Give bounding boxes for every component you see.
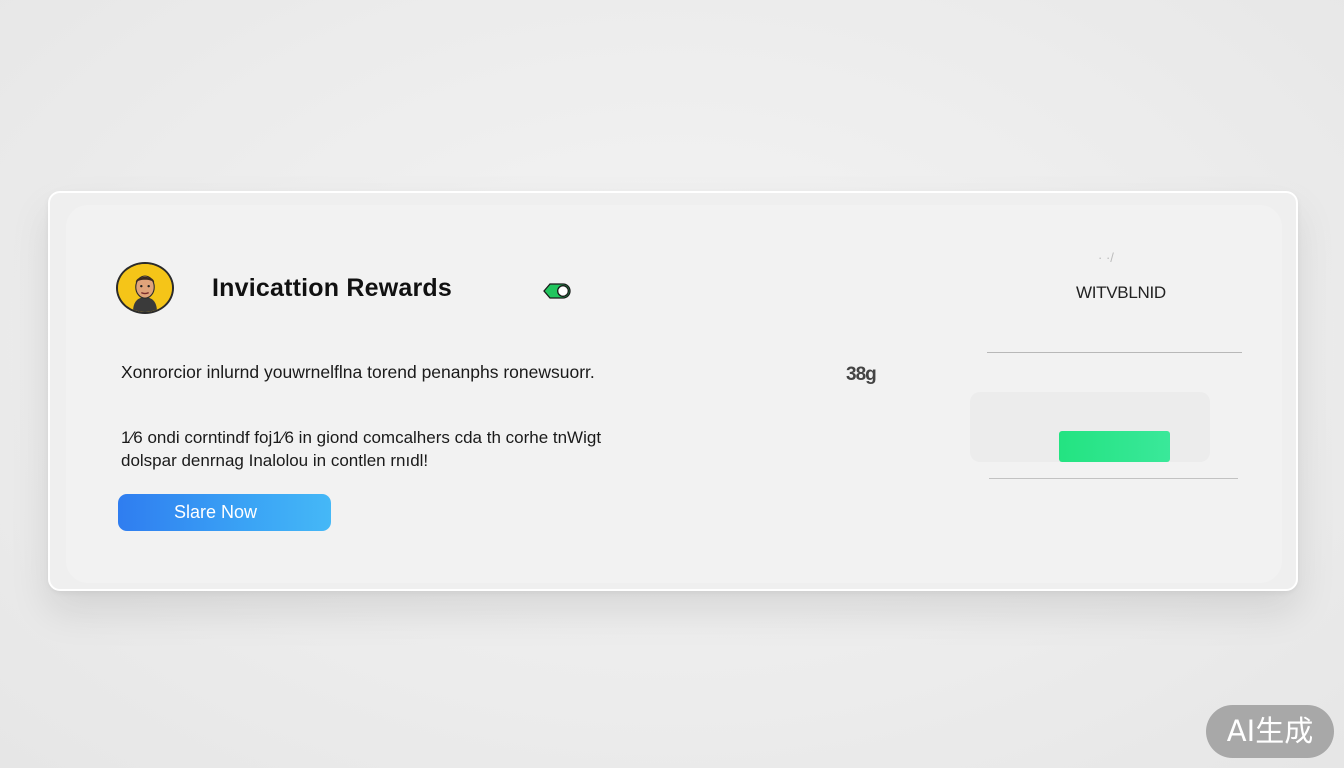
invite-count: 38g xyxy=(846,364,877,385)
details-line: dolspar denrnag Inalolou in contlen rnıd… xyxy=(121,451,429,470)
divider xyxy=(987,352,1242,353)
reward-status-bar[interactable] xyxy=(1059,431,1170,462)
details-line: 1⁄6 ondi corntindf foj1⁄6 in giond comca… xyxy=(121,428,602,447)
user-avatar-icon xyxy=(116,262,174,314)
rewards-toggle[interactable] xyxy=(541,282,571,300)
description-text: Xonrorcior inlurnd youwrnelflna torend p… xyxy=(121,362,595,382)
ai-generated-watermark: AI生成 xyxy=(1206,705,1334,758)
divider xyxy=(989,478,1238,479)
faint-mark: · ·/ xyxy=(1098,250,1114,265)
card-title: Invicattion Rewards xyxy=(212,274,452,302)
right-column-header: WITVBLNID xyxy=(1076,283,1166,302)
details-text: 1⁄6 ondi corntindf foj1⁄6 in giond comca… xyxy=(121,426,681,472)
share-now-button[interactable]: Slare Now xyxy=(118,494,331,531)
